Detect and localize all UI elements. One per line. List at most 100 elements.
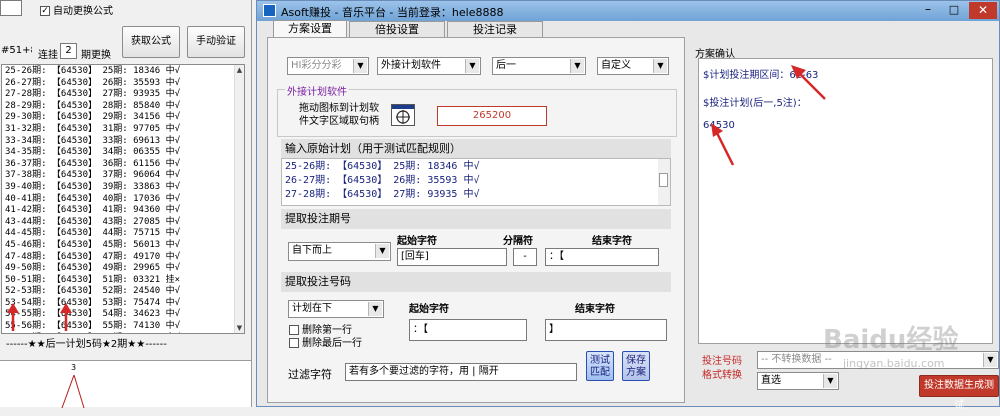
chevron-down-icon[interactable]: ▼ [983,353,997,367]
get-formula-button[interactable]: 获取公式 [122,26,180,58]
plan-log-textarea[interactable]: 25-26期: 【64530】 25期: 18346 中√ 26-27期: 【64… [1,64,245,334]
log-line: 29-30期: 【64530】 29期: 34156 中√ [5,112,181,123]
link-label: 连挂 [38,50,58,61]
log-line: 39-40期: 【64530】 39期: 33863 中√ [5,181,181,192]
log-line: 55-56期: 【64530】 55期: 74130 中√ [5,321,181,332]
red-arrow-icon-1 [7,303,19,331]
plan-footer-text: ------★★后一计划5码★2期★★------ [6,339,167,350]
trend-chart-area: 3 [0,360,251,408]
delete-last-row-checkbox[interactable]: 删除最后一行 [289,334,362,349]
period-direction-select[interactable]: 自下而上 ▼ [288,242,391,261]
red-arrow-icon-3 [791,65,826,100]
log-line: 34-35期: 【64530】 34期: 06355 中√ [5,147,181,158]
chevron-down-icon[interactable]: ▼ [368,302,382,316]
rule-select[interactable]: 自定义 ▼ [597,57,669,75]
chevron-down-icon[interactable]: ▼ [570,59,584,73]
tab-multiplier-settings[interactable]: 倍投设置 [349,21,445,37]
number-start-field[interactable]: ：【 [409,319,527,341]
period-change-label: 期更换 [81,50,111,61]
title-bar[interactable]: Asoft赚投 - 音乐平台 - 当前登录：hele8888 – □ ✕ [257,1,999,21]
chevron-down-icon[interactable]: ▼ [353,59,367,73]
direct-select[interactable]: 直选 ▼ [757,372,839,390]
drag-handle-icon[interactable] [391,104,415,126]
save-plan-button[interactable]: 保存方案 [622,351,650,381]
auto-change-formula-checkbox[interactable]: ✓ 自动更换公式 [40,2,113,17]
plan-log-list: 25-26期: 【64530】 25期: 18346 中√ 26-27期: 【64… [2,66,244,334]
log-line: 33-34期: 【64530】 33期: 69613 中√ [5,135,181,146]
period-end-label: 结束字符 [592,236,632,247]
trend-chart-lines [61,374,85,408]
number-end-field[interactable]: 】 [545,319,667,341]
period-end-field[interactable]: ：【 [545,248,659,266]
number-position-select[interactable]: 计划在下 ▼ [288,300,384,318]
auto-change-formula-label: 自动更换公式 [53,6,113,17]
log-line: 25-26期: 【64530】 25期: 18346 中√ [5,66,181,76]
main-window: Asoft赚投 - 音乐平台 - 当前登录：hele8888 – □ ✕ 方案设… [256,0,1000,411]
top-field[interactable] [0,0,22,16]
log-line: 52-53期: 【64530】 52期: 24540 中√ [5,286,181,297]
period-separator-field[interactable]: - [513,248,537,266]
log-line: 53-54期: 【64530】 53期: 75474 中√ [5,297,181,308]
close-button[interactable]: ✕ [969,2,997,19]
tab-plan-settings[interactable]: 方案设置 [273,20,347,37]
chevron-down-icon[interactable]: ▼ [375,244,389,258]
log-line: 37-38期: 【64530】 37期: 96064 中√ [5,170,181,181]
period-start-field[interactable]: [回车] [397,248,507,266]
position-select[interactable]: 后一 ▼ [492,57,586,75]
log-line: 28-29期: 【64530】 28期: 85840 中√ [5,100,181,111]
watermark-logo: Baidu经验 [823,325,959,355]
log-line: 41-42期: 【64530】 41期: 94360 中√ [5,205,181,216]
filter-field[interactable]: 若有多个要过滤的字符，用 | 隔开 [345,363,577,381]
log-line: 31-32期: 【64530】 31期: 97705 中√ [5,123,181,134]
log-line: 54-55期: 【64530】 54期: 34623 中√ [5,309,181,320]
test-match-button[interactable]: 测试匹配 [586,351,614,381]
log-line: 50-51期: 【64530】 51期: 03321 挂× [5,274,181,285]
generate-test-button[interactable]: 投注数据生成测试 [919,375,999,411]
log-line: 49-50期: 【64530】 49期: 29965 中√ [5,263,181,274]
left-panel: ✓自动更换公式 #51+8 连挂 2 期更换 获取公式 手动验证 25-26期:… [0,0,252,408]
raw-plan-scrollbar[interactable] [658,159,670,205]
external-plan-group-title: 外接计划软件 [285,83,349,98]
format-convert-label: 投注号码格式转换 [702,356,742,381]
chevron-down-icon[interactable]: ▼ [653,59,667,73]
manual-verify-button[interactable]: 手动验证 [187,26,245,58]
window-handle-field[interactable]: 265200 [437,106,547,126]
lottery-select[interactable]: HI彩分分彩 ▼ [287,57,369,75]
window-title: Asoft赚投 - 音乐平台 - 当前登录：hele8888 [281,6,504,19]
log-line: 43-44期: 【64530】 43期: 27085 中√ [5,216,181,227]
tab-bet-records[interactable]: 投注记录 [447,21,543,37]
scroll-thumb[interactable] [659,173,668,187]
raw-plan-line: 26-27期: 【64530】 26期: 35593 中√ [285,175,480,186]
log-line: 47-48期: 【64530】 47期: 49170 中√ [5,251,181,262]
formula-field[interactable]: #51+8 [0,43,32,59]
chevron-down-icon[interactable]: ▼ [823,374,837,388]
checkbox-check-icon[interactable]: ✓ [40,6,50,16]
checkbox-empty-icon[interactable] [289,338,299,348]
raw-plan-line: 25-26期: 【64530】 25期: 18346 中√ [285,161,480,172]
number-start-label: 起始字符 [409,304,449,315]
link-count-field[interactable]: 2 [60,43,77,59]
raw-plan-list: 25-26期: 【64530】 25期: 18346 中√ 26-27期: 【64… [282,159,670,202]
log-line: 36-37期: 【64530】 36期: 61156 中√ [5,158,181,169]
red-arrow-icon-2 [60,303,72,331]
log-line: 40-41期: 【64530】 40期: 17036 中√ [5,193,181,204]
minimize-button[interactable]: – [917,3,939,18]
extract-number-header: 提取投注号码 [281,272,671,292]
period-start-label: 起始字符 [397,236,437,247]
drag-hint-text: 拖动图标到计划软件文字区域取句柄 [299,103,379,127]
raw-plan-line: 27-28期: 【64530】 27期: 93935 中√ [285,189,480,200]
watermark-url: jingyan.baidu.com [843,357,945,370]
scroll-up-icon[interactable]: ▲ [235,65,244,75]
chevron-down-icon[interactable]: ▼ [465,59,479,73]
maximize-button[interactable]: □ [943,3,965,18]
filter-label: 过滤字符 [288,368,332,381]
scroll-down-icon[interactable]: ▼ [235,323,244,333]
log-line: 56-57期: 【64530】 57期: 55834 中√ [2,333,244,334]
log-scrollbar[interactable]: ▲ ▼ [234,65,244,333]
red-arrow-icon-4 [711,123,735,166]
raw-plan-textarea[interactable]: 25-26期: 【64530】 25期: 18346 中√ 26-27期: 【64… [281,158,671,206]
plan-source-select[interactable]: 外接计划软件 ▼ [377,57,481,75]
log-line: 45-46期: 【64530】 45期: 56013 中√ [5,239,181,250]
log-line: 44-45期: 【64530】 44期: 75715 中√ [5,228,181,239]
number-end-label: 结束字符 [575,304,615,315]
